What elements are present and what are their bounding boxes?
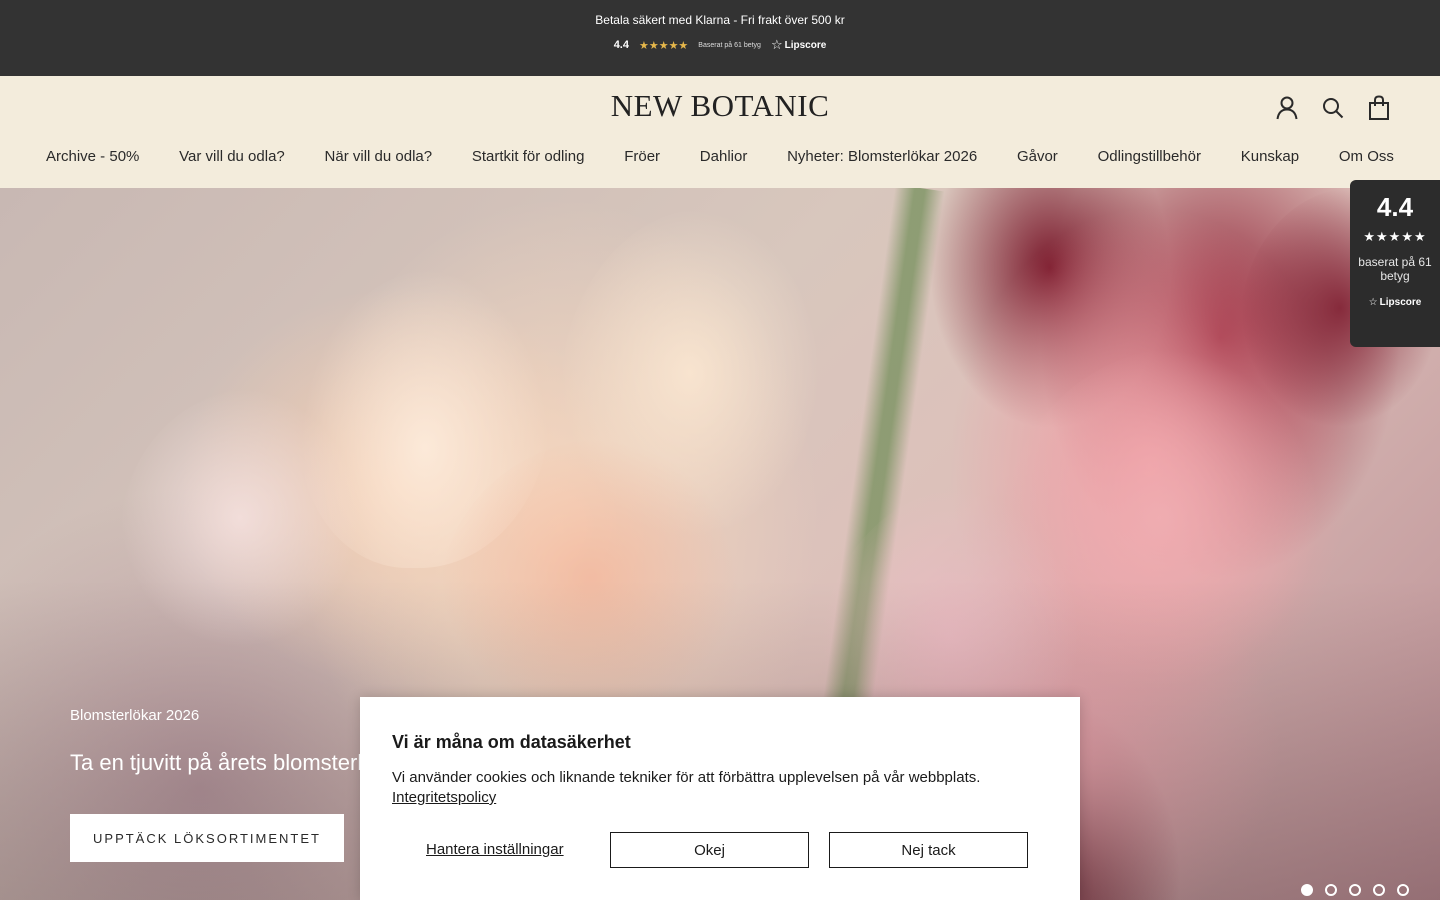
nav-item-nyheter[interactable]: Nyheter: Blomsterlökar 2026 <box>787 148 977 165</box>
cart-bag-icon[interactable] <box>1366 94 1392 122</box>
lipscore-rating-badge[interactable]: 4.4 ★★★★★ baserat på 61 betyg ☆ Lipscore <box>1350 180 1440 347</box>
rating-stars: ★★★★★ <box>638 39 689 52</box>
cookie-body-text: Vi använder cookies och liknande teknike… <box>392 769 981 786</box>
cookie-body: Vi använder cookies och liknande teknike… <box>392 768 1052 808</box>
hero-title: Ta en tjuvitt på årets blomsterl <box>70 750 363 775</box>
slide-dot-4[interactable] <box>1373 884 1385 896</box>
search-icon[interactable] <box>1320 94 1346 122</box>
nav-item-gavor[interactable]: Gåvor <box>1017 148 1058 165</box>
nav-item-nar-vill-du-odla[interactable]: När vill du odla? <box>325 148 433 165</box>
brand-logo[interactable]: NEW BOTANIC <box>0 88 1440 124</box>
nav-item-dahlior[interactable]: Dahlior <box>700 148 748 165</box>
nav-item-om-oss[interactable]: Om Oss <box>1339 148 1394 165</box>
slide-dot-2[interactable] <box>1325 884 1337 896</box>
badge-provider: Lipscore <box>1379 297 1422 308</box>
slide-dots <box>1301 884 1409 896</box>
site-header: NEW BOTANIC Archive - 50% Var vill du od… <box>0 76 1440 188</box>
lipscore-name: Lipscore <box>784 39 827 51</box>
nav-item-startkit[interactable]: Startkit för odling <box>472 148 585 165</box>
badge-lipscore-logo: ☆ Lipscore <box>1350 297 1440 308</box>
hero-cta-button[interactable]: UPPTÄCK LÖKSORTIMENTET <box>70 814 344 862</box>
slide-dot-5[interactable] <box>1397 884 1409 896</box>
manage-settings-link[interactable]: Hantera inställningar <box>426 841 564 858</box>
star-outline-icon: ☆ <box>1368 297 1378 308</box>
header-icons <box>1274 94 1392 122</box>
announcement-bar: Betala säkert med Klarna - Fri frakt öve… <box>0 0 1440 76</box>
nav-item-kunskap[interactable]: Kunskap <box>1241 148 1299 165</box>
nav-item-odlingstillbehor[interactable]: Odlingstillbehör <box>1098 148 1201 165</box>
decline-cookies-button[interactable]: Nej tack <box>829 832 1028 868</box>
slide-dot-1[interactable] <box>1301 884 1313 896</box>
rating-score: 4.4 <box>613 39 629 51</box>
badge-based-text: baserat på 61 betyg <box>1358 255 1432 283</box>
accept-cookies-button[interactable]: Okej <box>610 832 809 868</box>
lipscore-logo: ☆ Lipscore <box>771 37 826 53</box>
star-outline-icon: ☆ <box>770 37 783 52</box>
cookie-consent-dialog: Vi är måna om datasäkerhet Vi använder c… <box>360 697 1080 900</box>
rating-based-text: Baserat på 61 betyg <box>698 41 761 49</box>
nav-item-froer[interactable]: Fröer <box>624 148 660 165</box>
main-nav: Archive - 50% Var vill du odla? När vill… <box>46 148 1394 165</box>
slide-dot-3[interactable] <box>1349 884 1361 896</box>
nav-item-archive[interactable]: Archive - 50% <box>46 148 139 165</box>
announcement-text: Betala säkert med Klarna - Fri frakt öve… <box>595 13 845 27</box>
cookie-title: Vi är måna om datasäkerhet <box>392 732 631 752</box>
account-icon[interactable] <box>1274 94 1300 122</box>
announcement-rating[interactable]: 4.4 ★★★★★ Baserat på 61 betyg ☆ Lipscore <box>0 37 1440 53</box>
badge-stars: ★★★★★ <box>1363 229 1427 244</box>
hero-eyebrow: Blomsterlökar 2026 <box>70 707 200 724</box>
privacy-policy-link[interactable]: Integritetspolicy <box>392 789 496 806</box>
badge-score: 4.4 <box>1376 192 1414 222</box>
nav-item-var-vill-du-odla[interactable]: Var vill du odla? <box>179 148 285 165</box>
